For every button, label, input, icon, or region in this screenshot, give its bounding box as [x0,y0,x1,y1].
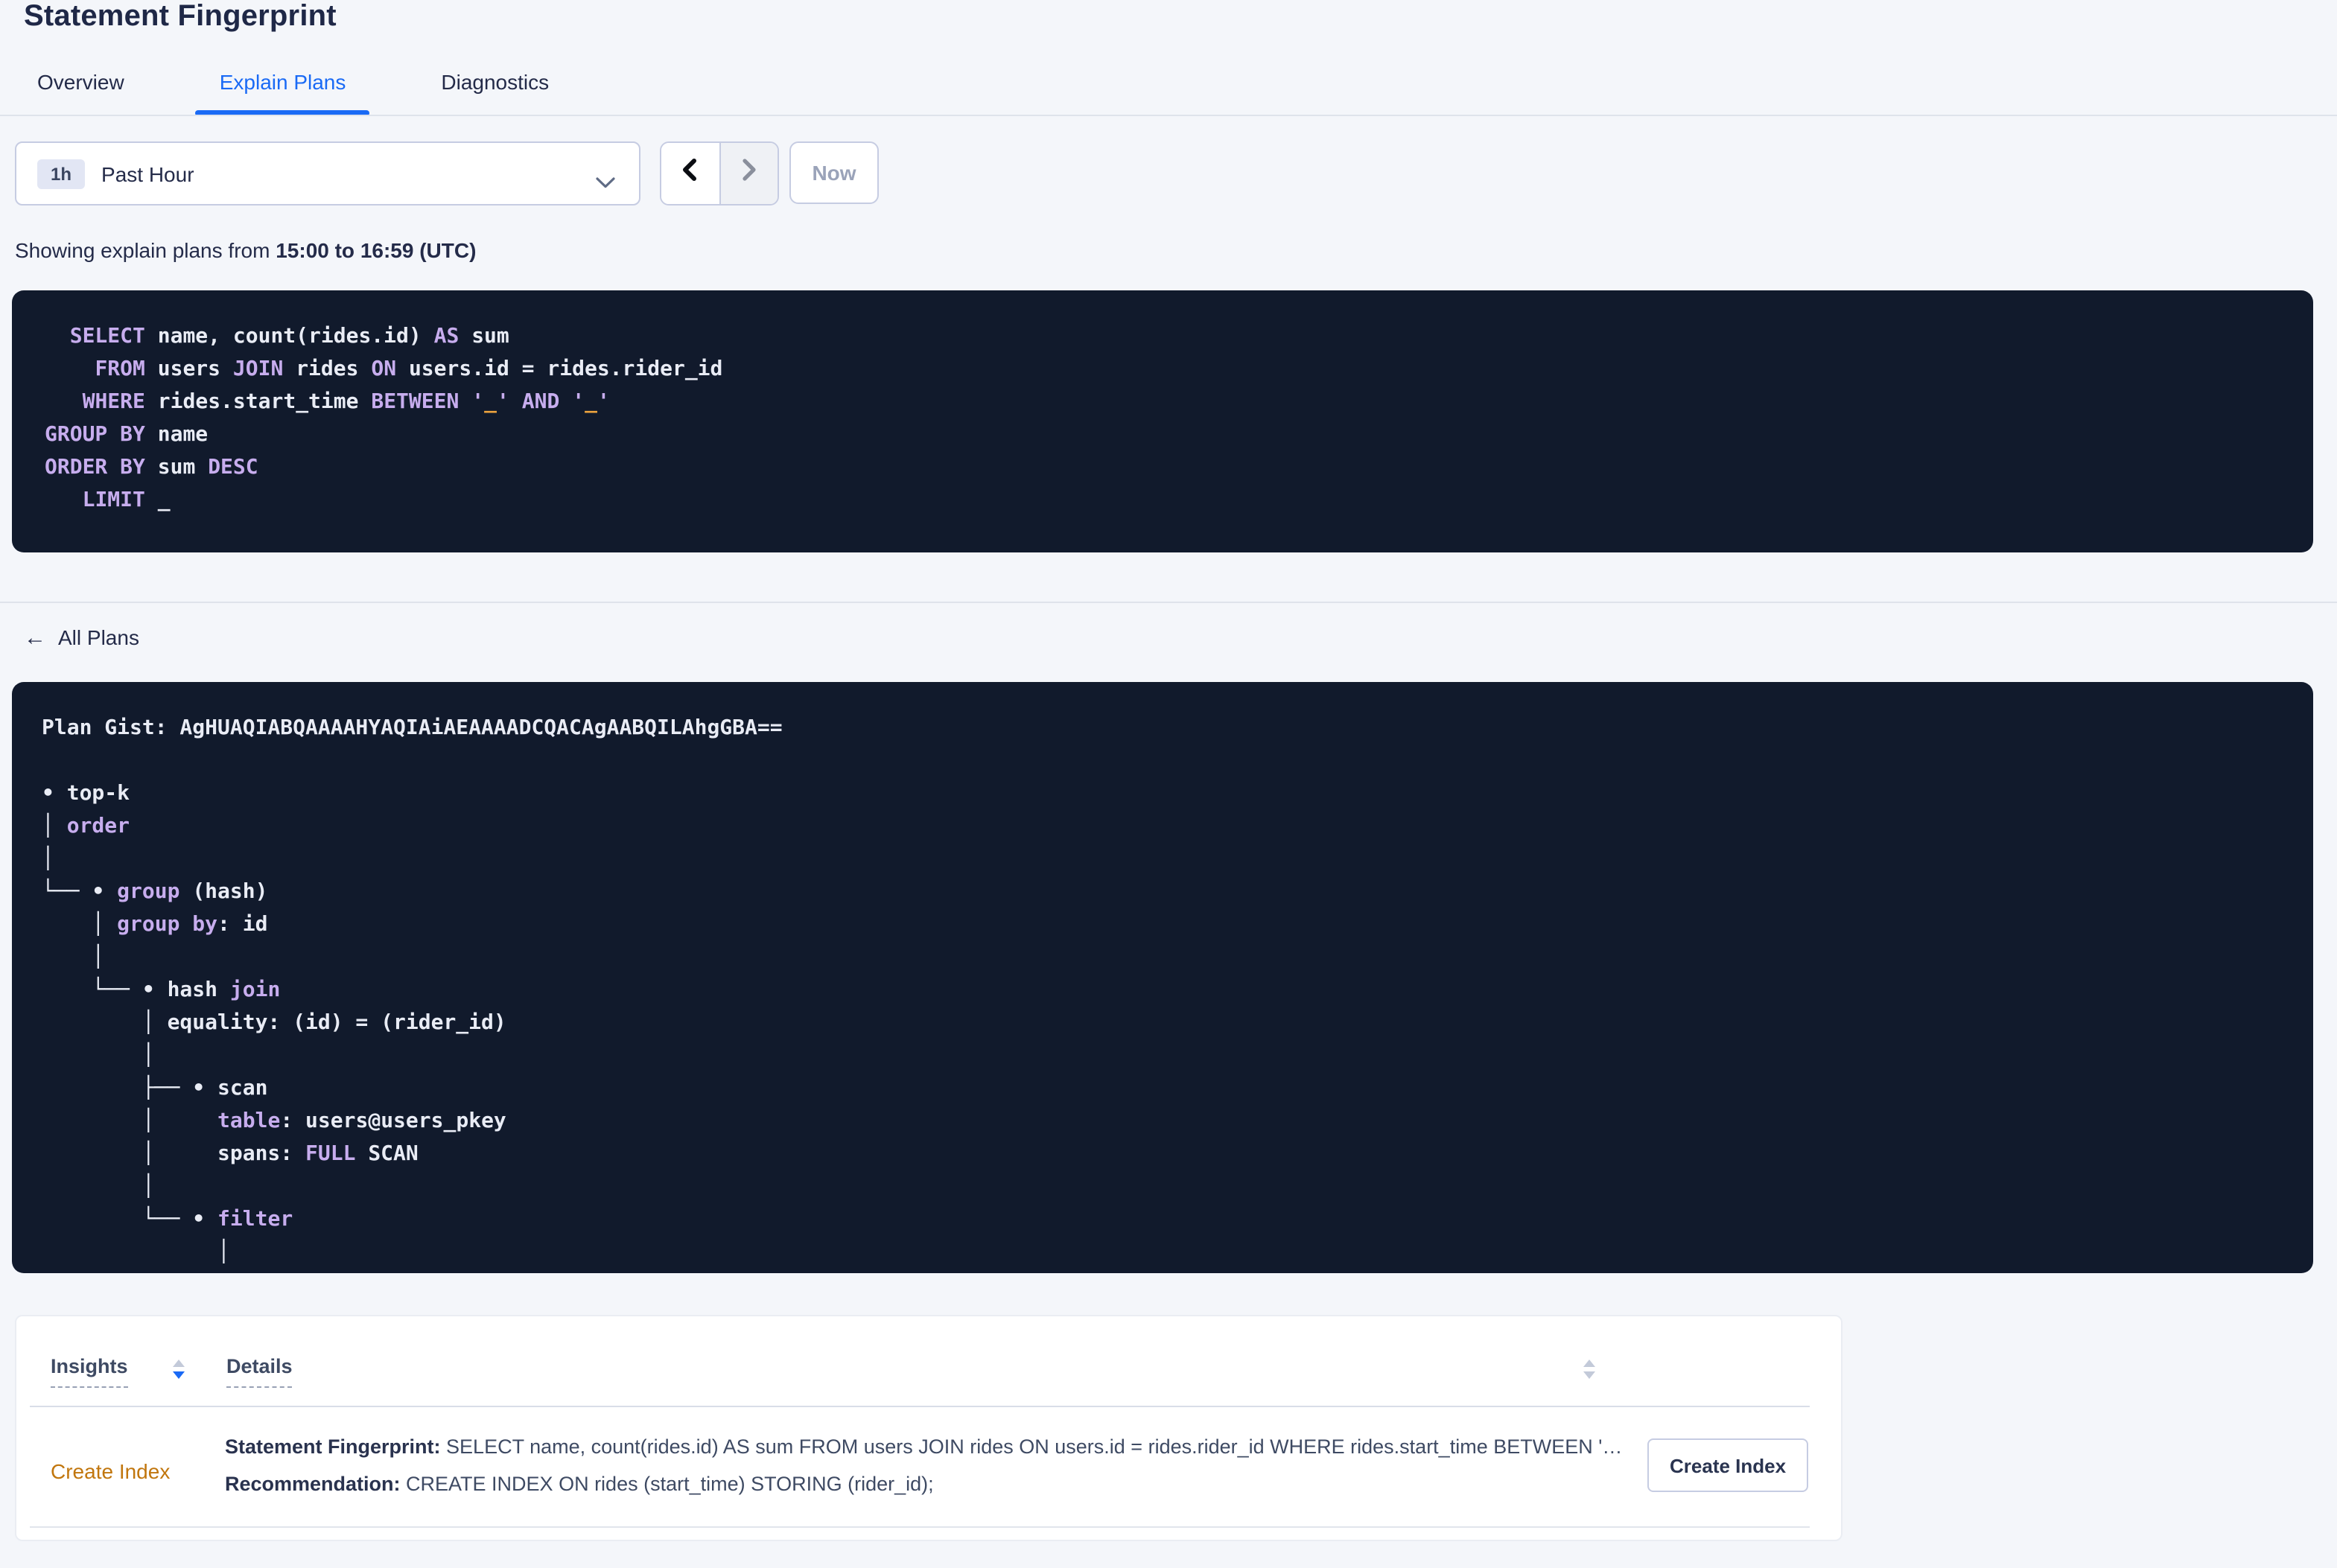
code-line: • top-k [42,782,130,806]
sort-up-icon [173,1360,185,1367]
code-line: Plan Gist: AgHUAQIABQAAAAHYAQIAiAEAAAADC… [42,716,783,740]
chevron-down-icon [596,170,615,197]
previous-window-button[interactable] [661,143,720,204]
fingerprint-text: SELECT name, count(rides.id) AS sum FROM… [440,1435,1625,1458]
code-line: LIMIT _ [82,488,171,512]
chevron-left-icon [678,156,702,191]
statement-fingerprint-detail: Statement Fingerprint: SELECT name, coun… [225,1435,1625,1465]
column-header-insights[interactable]: Insights [51,1355,128,1388]
recommendation-text: CREATE INDEX ON rides (start_time) STORI… [400,1473,934,1495]
showing-plans-subtitle: Showing explain plans from 15:00 to 16:5… [15,238,476,262]
subtitle-prefix: Showing explain plans from [15,238,276,262]
tab-bar: Overview Explain Plans Diagnostics [0,70,2337,115]
sort-down-icon [1583,1371,1595,1379]
table-header-divider [30,1406,1810,1407]
code-line: │ [42,1240,230,1264]
sort-arrows-icon[interactable] [1583,1360,1597,1379]
time-range-dropdown[interactable]: 1h Past Hour [15,141,640,205]
code-line: │ [42,847,54,871]
code-line: └── • hash join [42,978,281,1002]
plan-gist-block: Plan Gist: AgHUAQIABQAAAAHYAQIAiAEAAAADC… [12,682,2313,1273]
code-line: │ table: users@users_pkey [42,1109,506,1133]
recommendation-label: Recommendation: [225,1473,401,1495]
section-divider [0,602,2337,603]
code-line: │ [42,946,105,969]
time-range-badge: 1h [37,159,86,188]
page-title: Statement Fingerprint [24,0,337,33]
tab-diagnostics[interactable]: Diagnostics [441,70,549,115]
next-window-button[interactable] [720,143,778,204]
insights-table-card: Insights Details Create Index Statement … [15,1315,1842,1541]
all-plans-label: All Plans [58,625,139,649]
sort-arrows-icon[interactable] [173,1360,186,1379]
sort-down-icon [173,1371,185,1379]
fingerprint-label: Statement Fingerprint: [225,1435,441,1458]
create-index-button[interactable]: Create Index [1647,1438,1809,1492]
sort-up-icon [1583,1360,1595,1367]
table-row-divider [30,1526,1810,1528]
column-header-details[interactable]: Details [226,1355,293,1388]
code-line: │ [42,1175,155,1199]
now-button[interactable]: Now [789,141,879,204]
code-line: │ group by: id [42,913,268,937]
code-line: GROUP BY name [45,423,209,447]
subtitle-range: 15:00 to 16:59 (UTC) [276,238,477,262]
time-window-pager [660,141,779,205]
chevron-right-icon [737,156,761,191]
tab-explain-plans[interactable]: Explain Plans [195,70,369,115]
code-line: │ order [42,815,130,838]
code-line: SELECT name, count(rides.id) AS sum [69,325,509,348]
time-range-label: Past Hour [101,162,194,185]
code-line: ORDER BY sum DESC [45,456,258,479]
code-line: └── • filter [42,1208,293,1231]
code-line: WHERE rides.start_time BETWEEN '_' AND '… [82,390,610,414]
insight-type-link[interactable]: Create Index [51,1459,170,1483]
code-line: │ [42,1044,155,1068]
recommendation-detail: Recommendation: CREATE INDEX ON rides (s… [225,1473,1625,1502]
code-line: FROM users JOIN rides ON users.id = ride… [95,357,723,381]
code-line: ├── • scan [42,1077,268,1100]
arrow-left-icon: ← [24,625,46,650]
code-line: │ spans: FULL SCAN [42,1142,419,1166]
code-line: │ equality: (id) = (rider_id) [42,1011,506,1035]
all-plans-back-link[interactable]: ← All Plans [24,625,139,649]
tab-overview[interactable]: Overview [37,70,124,115]
tab-bar-divider [0,115,2337,116]
statement-fingerprint-page: Statement Fingerprint Overview Explain P… [0,0,2337,1568]
code-line: └── • group (hash) [42,880,268,904]
sql-statement-block: SELECT name, count(rides.id) AS sum FROM… [12,290,2313,552]
